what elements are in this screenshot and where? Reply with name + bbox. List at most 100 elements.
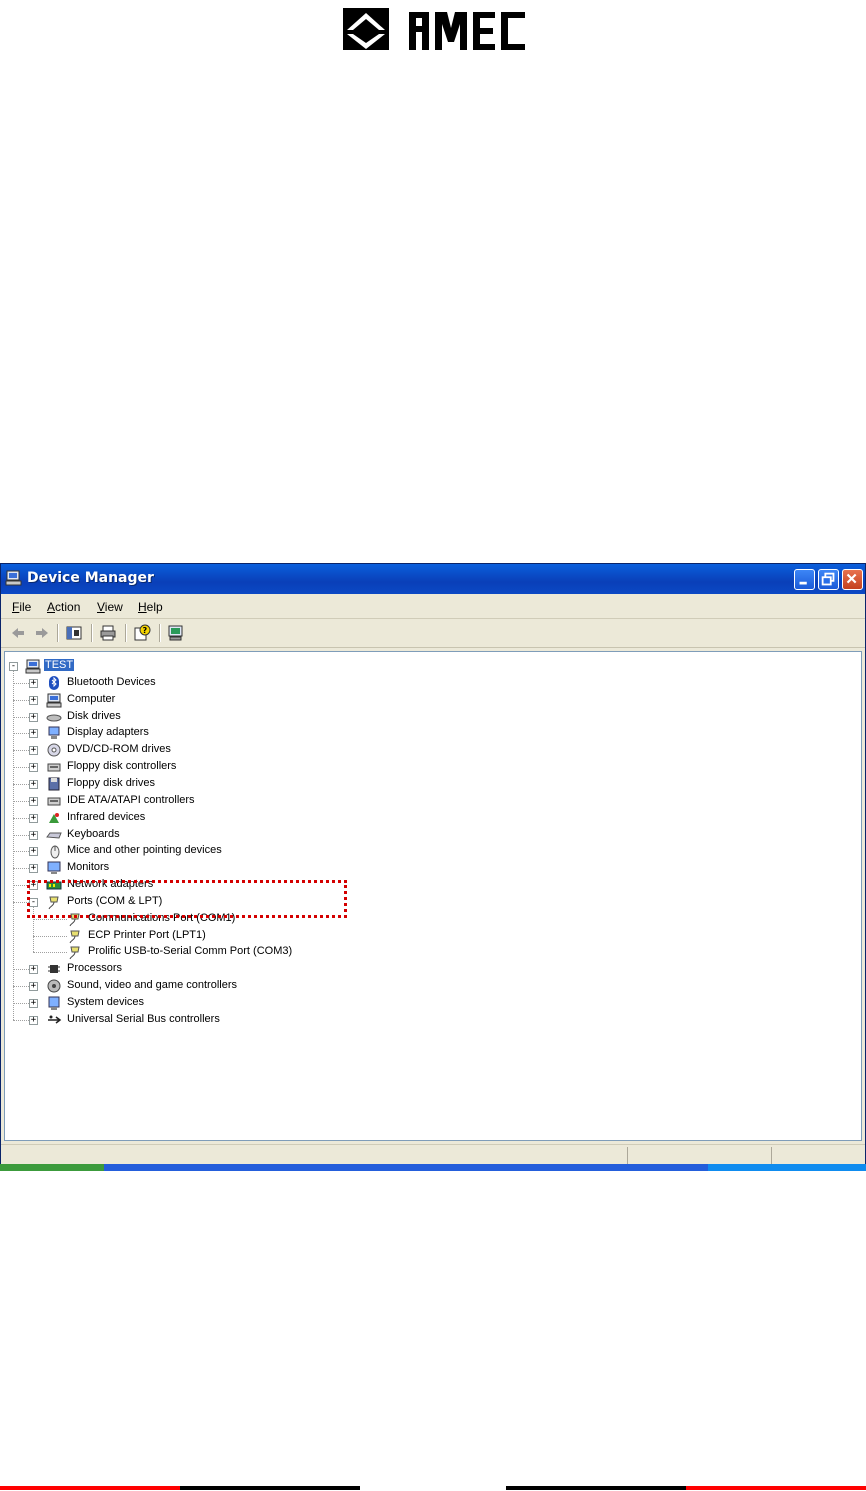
display-adapter-icon [46, 725, 62, 741]
port-icon [67, 928, 83, 944]
tree-node-root-label[interactable]: TEST [44, 659, 75, 671]
tree-node-mice-and-other-pointing-devices[interactable]: Mice and other pointing devices [67, 844, 222, 856]
tree-expander-monitors[interactable]: + [29, 864, 38, 874]
print-icon[interactable] [99, 624, 117, 642]
restore-button[interactable] [818, 569, 839, 590]
title-bar[interactable]: Device Manager [1, 564, 865, 594]
tree-node-prolific-usb-to-serial-comm-port-com3[interactable]: Prolific USB-to-Serial Comm Port (COM3) [88, 945, 292, 957]
start-button[interactable] [0, 1164, 104, 1171]
tree-expander-computer[interactable]: + [29, 695, 38, 705]
infrared-icon [46, 810, 62, 826]
show-hide-console-tree-icon[interactable] [65, 624, 83, 642]
status-divider [771, 1147, 772, 1165]
controller-icon [46, 759, 62, 775]
tree-expander-floppy-disk-controllers[interactable]: + [29, 763, 38, 773]
tree-connector [33, 918, 67, 920]
tree-connector [13, 767, 29, 769]
tree-node-ide-ata-atapi-controllers[interactable]: IDE ATA/ATAPI controllers [67, 794, 195, 806]
ports-highlight-box [27, 880, 347, 918]
tree-connector [13, 733, 29, 735]
tree-connector [13, 834, 29, 836]
toolbar-separator [91, 624, 93, 642]
menu-bar: File Action View Help [1, 594, 865, 619]
tree-node-bluetooth-devices[interactable]: Bluetooth Devices [67, 676, 156, 688]
tree-expander-ide-ata-atapi-controllers[interactable]: + [29, 796, 38, 806]
tree-node-computer[interactable]: Computer [67, 693, 115, 705]
tree-node-processors[interactable]: Processors [67, 962, 122, 974]
tree-node-universal-serial-bus-controllers[interactable]: Universal Serial Bus controllers [67, 1013, 220, 1025]
footer-bar-black-left [180, 1486, 360, 1490]
tree-expander-root[interactable]: - [9, 662, 18, 671]
svg-text:?: ? [143, 626, 148, 635]
tree-node-monitors[interactable]: Monitors [67, 861, 109, 873]
tree-connector [13, 868, 29, 870]
sound-icon [46, 978, 62, 994]
menu-file[interactable]: File [12, 600, 31, 614]
tree-node-disk-drives[interactable]: Disk drives [67, 710, 121, 722]
tree-expander-keyboards[interactable]: + [29, 830, 38, 840]
back-arrow-icon[interactable] [9, 624, 27, 642]
footer-bar-red-left [0, 1486, 180, 1490]
tree-expander-floppy-disk-drives[interactable]: + [29, 779, 38, 789]
tree-expander-bluetooth-devices[interactable]: + [29, 678, 38, 688]
tree-connector [13, 800, 29, 802]
toolbar-separator [125, 624, 127, 642]
tree-expander-dvd-cd-rom-drives[interactable]: + [29, 746, 38, 756]
footer-bar-black-right [506, 1486, 686, 1490]
close-button[interactable] [842, 569, 863, 590]
usb-icon [46, 1012, 62, 1028]
disk-drive-icon [46, 709, 62, 725]
system-device-icon [46, 995, 62, 1011]
toolbar-separator [57, 624, 59, 642]
menu-view[interactable]: View [97, 600, 123, 614]
menu-help[interactable]: Help [138, 600, 163, 614]
tree-connector [13, 671, 14, 1020]
port-icon [67, 944, 83, 960]
status-divider [627, 1147, 628, 1165]
cdrom-icon [46, 742, 62, 758]
system-tray [708, 1164, 866, 1171]
tree-connector [13, 1003, 29, 1004]
tree-connector [13, 969, 29, 971]
scan-hardware-icon[interactable] [167, 624, 185, 642]
tree-node-floppy-disk-drives[interactable]: Floppy disk drives [67, 777, 155, 789]
tree-connector [13, 750, 29, 752]
minimize-button[interactable] [794, 569, 815, 590]
tree-expander-mice-and-other-pointing-devices[interactable]: + [29, 847, 38, 857]
tree-expander-processors[interactable]: + [29, 965, 38, 975]
footer-bar-red-right [686, 1486, 866, 1490]
bluetooth-icon [46, 675, 62, 691]
tree-connector [13, 986, 29, 988]
tree-connector [13, 682, 29, 684]
taskbar-strip [0, 1164, 866, 1171]
tree-node-infrared-devices[interactable]: Infrared devices [67, 811, 145, 823]
floppy-icon [46, 776, 62, 792]
tree-connector [33, 935, 67, 937]
computer-icon [46, 692, 62, 708]
tree-connector [33, 952, 67, 954]
tree-node-system-devices[interactable]: System devices [67, 996, 144, 1008]
menu-action[interactable]: Action [47, 600, 80, 614]
toolbar-separator [159, 624, 161, 642]
tree-expander-infrared-devices[interactable]: + [29, 813, 38, 823]
device-manager-icon [5, 569, 23, 587]
amec-logo [343, 8, 525, 50]
tree-node-sound-video-and-game-controllers[interactable]: Sound, video and game controllers [67, 979, 237, 991]
properties-help-icon[interactable]: ? [133, 624, 151, 642]
tree-node-display-adapters[interactable]: Display adapters [67, 726, 149, 738]
tree-node-dvd-cd-rom-drives[interactable]: DVD/CD-ROM drives [67, 743, 171, 755]
tree-expander-display-adapters[interactable]: + [29, 729, 38, 739]
tree-connector [13, 851, 29, 853]
tree-expander-disk-drives[interactable]: + [29, 712, 38, 722]
tree-connector [13, 699, 29, 701]
tree-connector [13, 783, 29, 785]
tree-expander-sound-video-and-game-controllers[interactable]: + [29, 982, 38, 992]
toolbar: ? [1, 619, 865, 648]
tree-expander-system-devices[interactable]: + [29, 999, 38, 1008]
tree-node-keyboards[interactable]: Keyboards [67, 828, 120, 840]
tree-node-ecp-printer-port-lpt1[interactable]: ECP Printer Port (LPT1) [88, 929, 206, 941]
forward-arrow-icon[interactable] [33, 624, 51, 642]
keyboard-icon [46, 827, 62, 843]
tree-node-floppy-disk-controllers[interactable]: Floppy disk controllers [67, 760, 176, 772]
tree-expander-universal-serial-bus-controllers[interactable]: + [29, 1015, 38, 1025]
